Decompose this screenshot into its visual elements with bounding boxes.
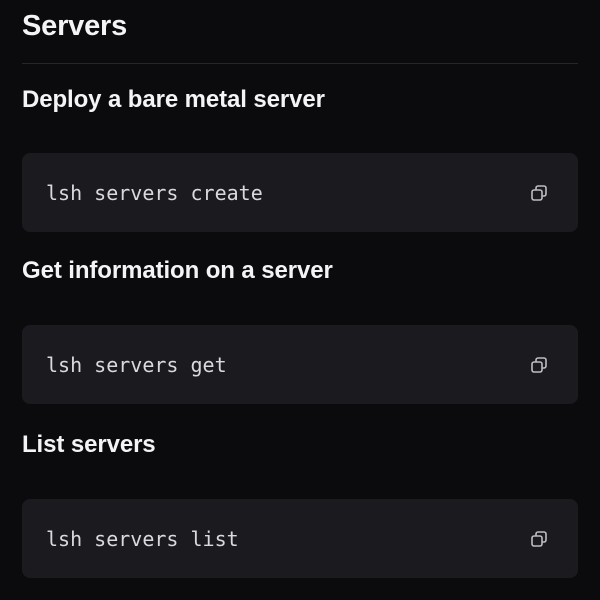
copy-icon[interactable] xyxy=(530,530,548,548)
code-text-create: lsh servers create xyxy=(46,180,263,205)
code-text-list: lsh servers list xyxy=(46,526,239,551)
code-block-list: lsh servers list xyxy=(22,499,578,578)
page-title: Servers xyxy=(22,10,128,42)
command-heading-create: Deploy a bare metal server xyxy=(22,86,325,113)
divider xyxy=(22,63,578,64)
command-heading-get: Get information on a server xyxy=(22,257,333,284)
copy-icon[interactable] xyxy=(530,184,548,202)
code-block-get: lsh servers get xyxy=(22,325,578,404)
servers-panel: Servers Deploy a bare metal server lsh s… xyxy=(0,0,600,600)
code-block-create: lsh servers create xyxy=(22,153,578,232)
command-heading-list: List servers xyxy=(22,431,156,458)
copy-icon[interactable] xyxy=(530,356,548,374)
code-text-get: lsh servers get xyxy=(46,352,227,377)
